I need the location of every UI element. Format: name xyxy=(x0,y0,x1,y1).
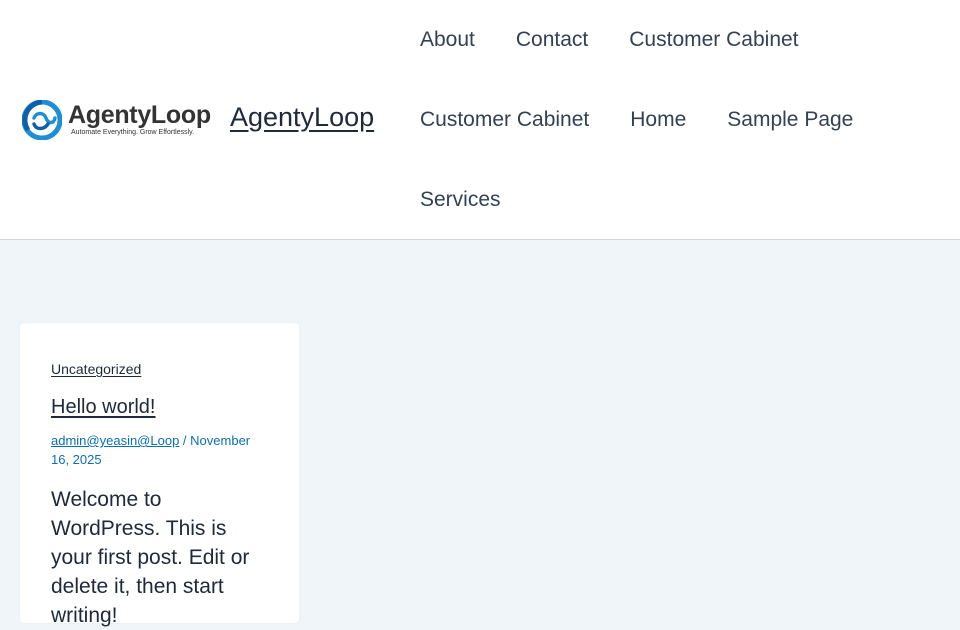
nav-item-customer-cabinet[interactable]: Customer Cabinet xyxy=(629,28,798,52)
main-content: Uncategorized Hello world! admin@yeasin@… xyxy=(0,240,960,627)
site-logo[interactable]: AgentyLoop Automate Everything. Grow Eff… xyxy=(22,98,211,142)
brand: AgentyLoop Automate Everything. Grow Eff… xyxy=(22,98,211,142)
meta-separator: / xyxy=(179,433,191,448)
nav-item-contact[interactable]: Contact xyxy=(516,28,588,52)
post-meta: admin@yeasin@Loop / November 16, 2025 xyxy=(51,431,269,469)
nav-item-about[interactable]: About xyxy=(420,28,475,52)
nav-row: Customer Cabinet Home Sample Page xyxy=(420,80,940,160)
post-excerpt: Welcome to WordPress. This is your first… xyxy=(51,488,250,627)
nav-item-sample-page[interactable]: Sample Page xyxy=(727,108,853,132)
site-header: AgentyLoop Automate Everything. Grow Eff… xyxy=(0,0,960,240)
logo-loop-icon xyxy=(22,100,62,140)
post-card: Uncategorized Hello world! admin@yeasin@… xyxy=(20,323,299,627)
primary-navigation: About Contact Customer Cabinet Customer … xyxy=(420,0,940,240)
nav-item-customer-cabinet-2[interactable]: Customer Cabinet xyxy=(420,108,589,132)
post-category-link[interactable]: Uncategorized xyxy=(51,361,269,377)
nav-row: About Contact Customer Cabinet xyxy=(420,0,940,80)
site-title-link[interactable]: AgentyLoop xyxy=(230,102,374,133)
post-title-link[interactable]: Hello world! xyxy=(51,396,269,419)
logo-wordmark: AgentyLoop xyxy=(68,101,211,129)
nav-item-services[interactable]: Services xyxy=(420,188,501,212)
nav-row: Services xyxy=(420,160,940,240)
logo-tagline: Automate Everything. Grow Effortlessly. xyxy=(71,129,195,136)
post-author-link[interactable]: admin@yeasin@Loop xyxy=(51,433,179,448)
nav-item-home[interactable]: Home xyxy=(630,108,686,132)
